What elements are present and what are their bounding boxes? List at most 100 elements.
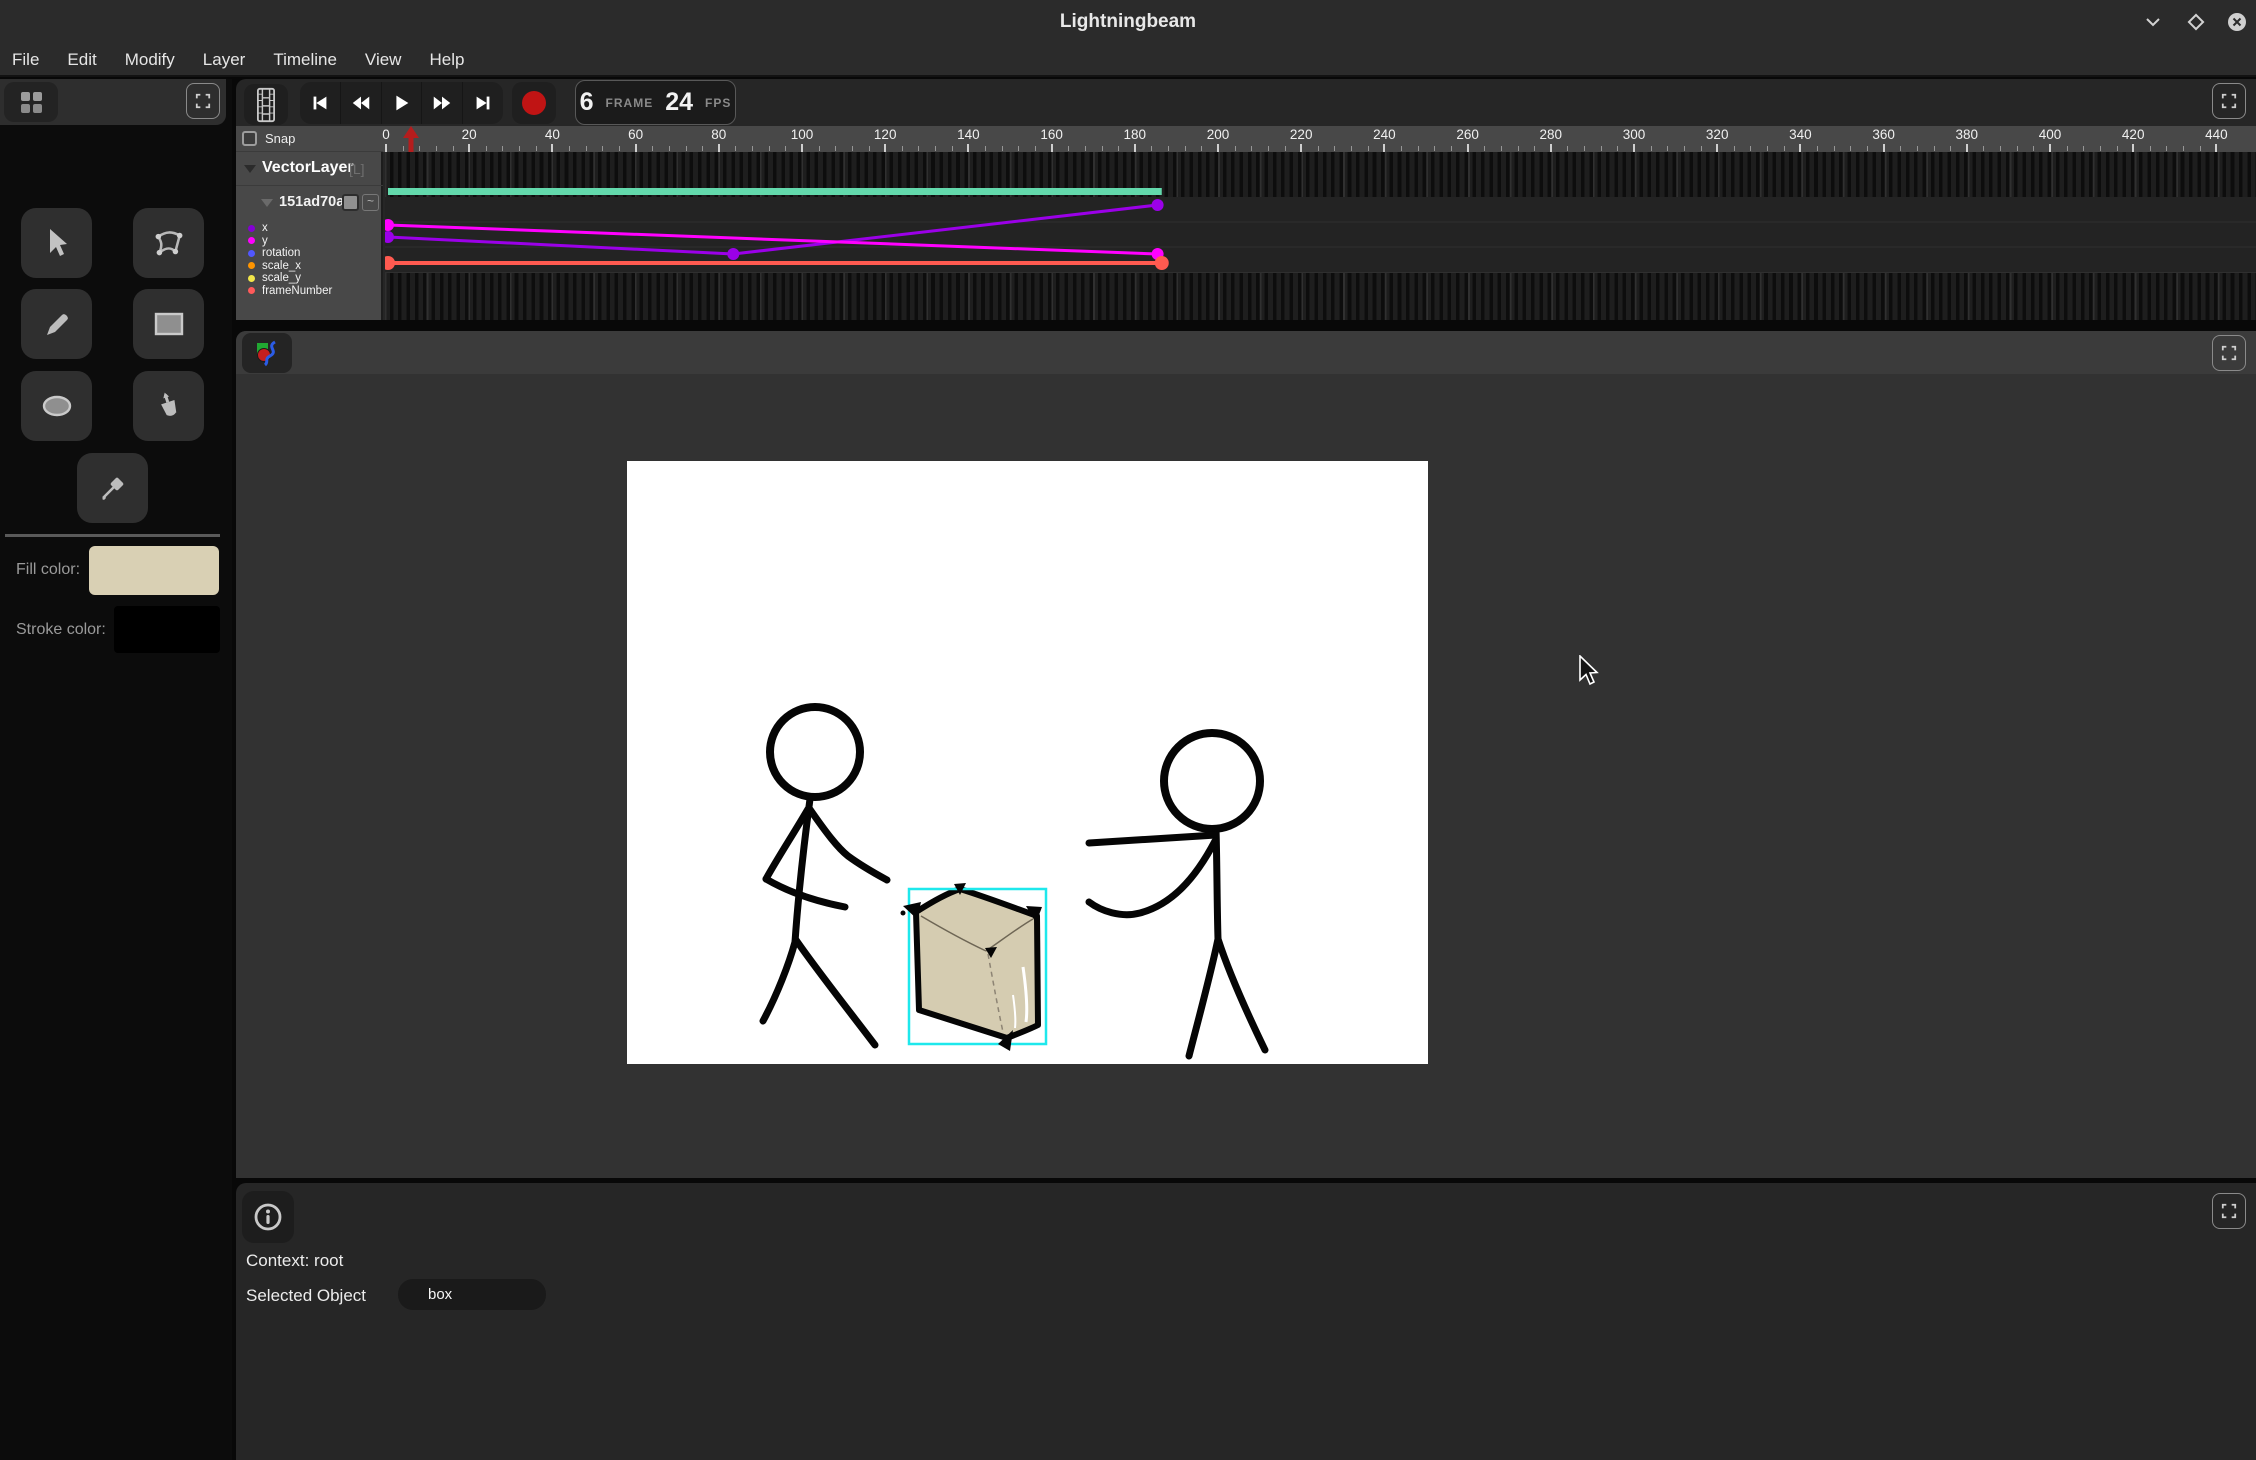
ruler-track[interactable]: 0204060801001201401601802002202402602803…: [383, 126, 2256, 152]
property-row-scale_y[interactable]: scale_y: [248, 272, 332, 285]
play-button[interactable]: [382, 82, 423, 124]
ruler-label-400: 400: [2039, 127, 2062, 142]
ruler-tick-major: [1467, 144, 1469, 152]
stroke-color-swatch[interactable]: [114, 606, 220, 653]
keyframe-frameNumber-0[interactable]: [385, 256, 395, 270]
layer-swatch-button[interactable]: [342, 194, 359, 211]
tool-panel: Fill color: Stroke color:: [0, 79, 232, 1460]
stick-figure-right[interactable]: [1089, 733, 1265, 1056]
ruler-tick-minor: [1651, 146, 1652, 151]
property-label: scale_x: [262, 260, 301, 272]
record-button[interactable]: [512, 82, 556, 124]
fps-label: FPS: [705, 96, 731, 110]
ruler-tick-minor: [1002, 146, 1003, 151]
property-row-rotation[interactable]: rotation: [248, 247, 332, 260]
property-row-y[interactable]: y: [248, 235, 332, 248]
keyframe-y-0[interactable]: [385, 219, 394, 231]
ruler-tick-major: [967, 144, 969, 152]
fast-forward-button[interactable]: [422, 82, 463, 124]
transform-icon: [153, 228, 185, 258]
tool-panel-header: [0, 79, 226, 125]
film-button[interactable]: [244, 84, 288, 125]
property-row-x[interactable]: x: [248, 222, 332, 235]
ruler-tick-minor: [1983, 146, 1984, 151]
property-row-frameNumber[interactable]: frameNumber: [248, 285, 332, 298]
ruler-tick-minor: [1518, 146, 1519, 151]
menu-file[interactable]: File: [0, 44, 53, 75]
fill-color-swatch[interactable]: [89, 546, 219, 595]
menu-view[interactable]: View: [351, 44, 416, 75]
ruler-label-60: 60: [628, 127, 643, 142]
ruler-tick-minor: [2150, 146, 2151, 151]
timeline-expand-button[interactable]: [2212, 83, 2246, 119]
play-icon: [390, 92, 412, 114]
layer-row-object[interactable]: 151ad70a... ~: [236, 187, 383, 220]
ruler-label-0: 0: [382, 127, 390, 142]
snap-checkbox[interactable]: [242, 131, 257, 146]
menu-edit[interactable]: Edit: [53, 44, 110, 75]
layer-collapse-triangle-icon[interactable]: [244, 165, 256, 173]
ruler-tick-minor: [602, 146, 603, 151]
ruler-label-360: 360: [1872, 127, 1895, 142]
sublayer-collapse-triangle-icon[interactable]: [261, 199, 273, 207]
menu-timeline[interactable]: Timeline: [259, 44, 351, 75]
canvas-panel: [236, 331, 2256, 1178]
property-row-scale_x[interactable]: scale_x: [248, 260, 332, 273]
stick-figure-left[interactable]: [763, 707, 887, 1045]
close-icon[interactable]: [2224, 9, 2250, 35]
menu-modify[interactable]: Modify: [111, 44, 189, 75]
ellipse-tool-button[interactable]: [21, 371, 92, 441]
ruler-tick-minor: [1684, 146, 1685, 151]
track-area[interactable]: [385, 152, 2256, 320]
skip-to-end-button[interactable]: [463, 82, 503, 124]
stage[interactable]: [627, 461, 1428, 1064]
skip-to-start-icon: [309, 92, 331, 114]
ruler-tick-major: [1300, 144, 1302, 152]
ruler-label-240: 240: [1373, 127, 1396, 142]
eyedropper-icon: [98, 473, 128, 503]
select-tool-button[interactable]: [21, 208, 92, 278]
selected-object-field[interactable]: box: [398, 1279, 546, 1310]
maximize-icon[interactable]: [2183, 9, 2209, 35]
title-bar: Lightningbeam: [0, 0, 2256, 44]
ruler-label-380: 380: [1956, 127, 1979, 142]
ruler-tick-minor: [1418, 146, 1419, 151]
ruler-tick-major: [884, 144, 886, 152]
info-button[interactable]: [242, 1191, 294, 1243]
layer-row-vectorlayer[interactable]: VectorLayer [L]: [236, 152, 383, 186]
canvas-expand-button[interactable]: [2212, 335, 2246, 371]
keyframe-x-0[interactable]: [385, 231, 394, 243]
layer-modifier-button[interactable]: ~: [362, 194, 379, 211]
tool-grid-button[interactable]: [4, 82, 58, 122]
menu-bar: FileEditModifyLayerTimelineViewHelp: [0, 44, 2256, 77]
menu-help[interactable]: Help: [415, 44, 478, 75]
keyframe-x-83[interactable]: [727, 248, 739, 260]
expand-icon: [2221, 93, 2237, 109]
rectangle-tool-button[interactable]: [133, 289, 204, 359]
pencil-tool-button[interactable]: [21, 289, 92, 359]
inspector-expand-button[interactable]: [2212, 1193, 2246, 1229]
clip-duration-bar[interactable]: [388, 188, 1162, 195]
paint-bucket-tool-button[interactable]: [133, 371, 204, 441]
ruler-tick-minor: [2100, 146, 2101, 151]
ruler-tick-major: [1966, 144, 1968, 152]
eyedropper-tool-button[interactable]: [77, 453, 148, 523]
selected-box-object[interactable]: [901, 883, 1047, 1051]
minimize-icon[interactable]: [2140, 9, 2166, 35]
property-color-dot: [248, 225, 255, 232]
menu-layer[interactable]: Layer: [189, 44, 260, 75]
keyframe-frameNumber-186[interactable]: [1155, 256, 1169, 270]
tool-panel-expand-button[interactable]: [186, 83, 220, 119]
ruler-tick-major: [718, 144, 720, 152]
ruler-label-340: 340: [1789, 127, 1812, 142]
rewind-button[interactable]: [341, 82, 382, 124]
keyframe-x-185[interactable]: [1152, 199, 1164, 211]
frame-fps-display[interactable]: 6 FRAME 24 FPS: [575, 80, 736, 125]
ruler-tick-minor: [1601, 146, 1602, 151]
vector-graphics-button[interactable]: [242, 333, 292, 373]
property-color-dot: [248, 275, 255, 282]
skip-to-start-button[interactable]: [300, 82, 341, 124]
ellipse-icon: [41, 394, 73, 418]
ruler-tick-minor: [1850, 146, 1851, 151]
transform-tool-button[interactable]: [133, 208, 204, 278]
